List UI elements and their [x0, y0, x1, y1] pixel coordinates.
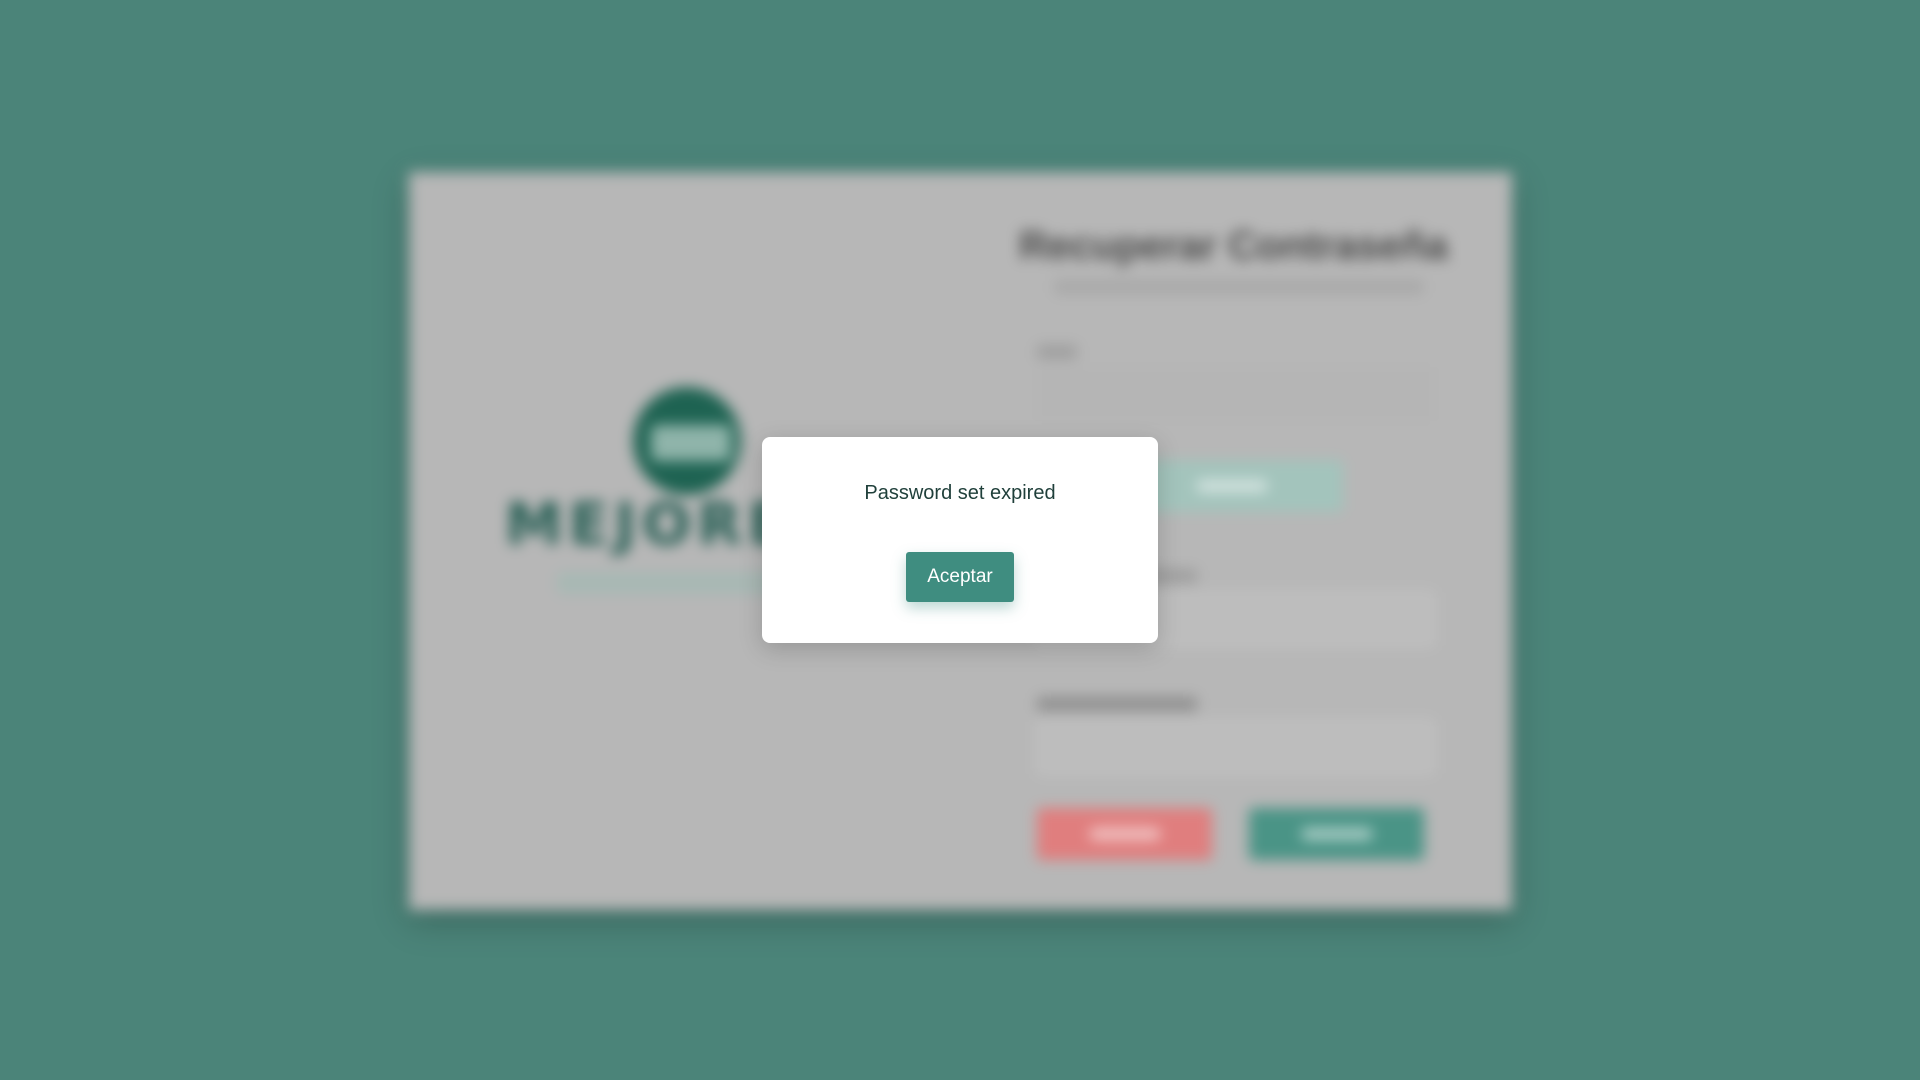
accept-button[interactable]: Aceptar: [906, 552, 1014, 602]
save-button-label: [1301, 828, 1372, 840]
confirm-password-label: [1037, 697, 1197, 711]
email-label: [1037, 345, 1077, 359]
confirm-password-field: [1037, 720, 1434, 774]
email-field: [1037, 367, 1434, 421]
brand-logo-text: MEJORE: [505, 490, 794, 558]
form-subtitle: [1054, 280, 1424, 294]
alert-message: Password set expired: [864, 482, 1056, 504]
cancel-button-label: [1089, 828, 1160, 840]
save-button: [1249, 808, 1424, 860]
app-viewport: MEJORE Recuperar Contraseña Password set…: [0, 0, 1920, 1080]
globe-logo-icon: [633, 387, 741, 495]
form-title: Recuperar Contraseña: [1019, 224, 1449, 268]
cancel-button: [1037, 808, 1212, 860]
alert-dialog: Password set expired Aceptar: [762, 437, 1158, 643]
verify-button-label: [1197, 480, 1267, 492]
